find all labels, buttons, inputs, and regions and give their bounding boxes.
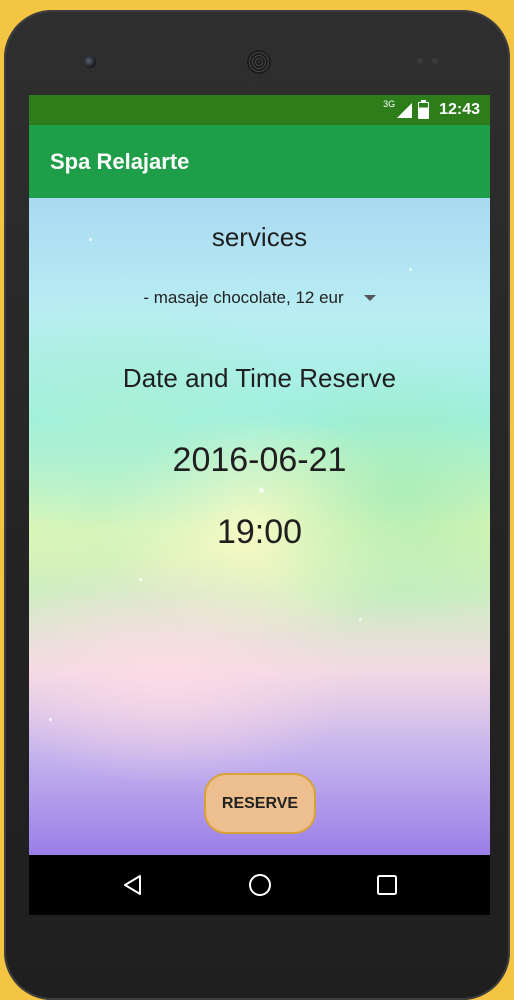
app-bar: Spa Relajarte [29,125,490,198]
back-icon[interactable] [113,865,153,905]
proximity-sensor [417,58,423,64]
light-sensor [432,58,438,64]
earpiece-speaker [247,50,271,74]
phone-frame: 3G 12:43 Spa Relajarte services - masaje… [4,10,510,1000]
device-screen: 3G 12:43 Spa Relajarte services - masaje… [29,95,490,915]
background-sparkle [139,578,142,581]
background-sparkle [409,268,412,271]
date-picker-value[interactable]: 2016-06-21 [29,441,490,480]
service-selected-value: - masaje chocolate, 12 eur [143,288,344,307]
recents-icon[interactable] [367,865,407,905]
services-label: services [211,222,308,252]
background-sparkle [359,618,362,621]
time-picker-value[interactable]: 19:00 [29,513,490,552]
home-icon[interactable] [240,865,280,905]
background-sparkle [49,718,52,721]
service-spinner[interactable]: - masaje chocolate, 12 eur [29,286,490,310]
app-title: Spa Relajarte [50,148,190,174]
date-time-label: Date and Time Reserve [122,363,397,393]
network-type: 3G [383,99,396,109]
background-sparkle [259,488,264,493]
main-content: services - masaje chocolate, 12 eur Date… [29,198,490,855]
status-bar: 3G 12:43 [29,95,490,125]
signal-icon [397,102,413,118]
status-time: 12:43 [439,101,480,118]
front-camera [84,56,96,68]
dropdown-arrow-icon [363,295,376,301]
reserve-button[interactable]: RESERVE [204,773,316,834]
battery-icon [418,99,430,119]
system-nav-bar [29,855,490,915]
